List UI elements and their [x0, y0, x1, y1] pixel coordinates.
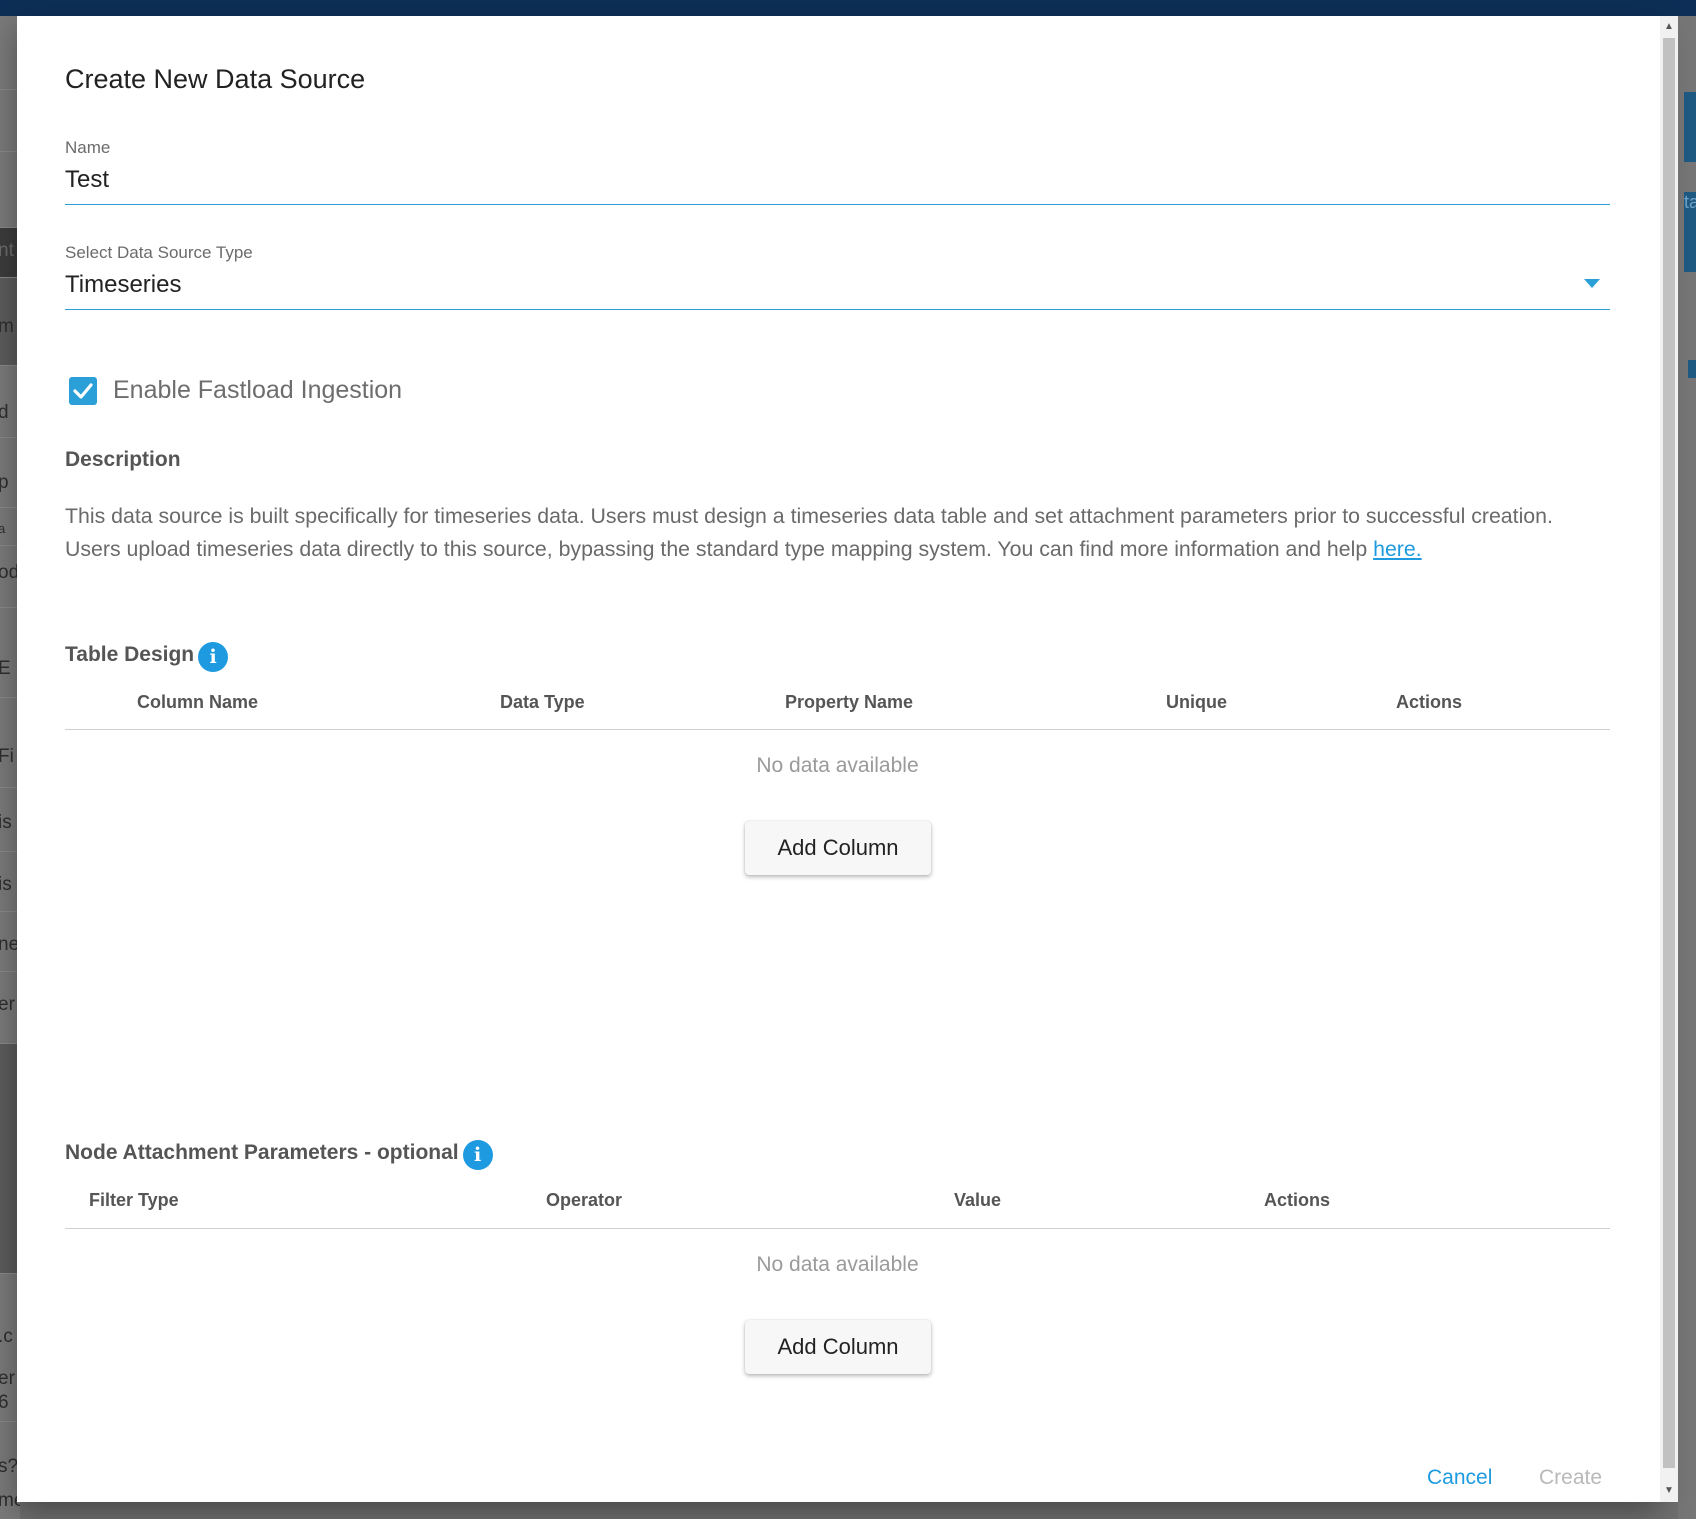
bg-fragment: ta	[1684, 192, 1696, 272]
fastload-label[interactable]: Enable Fastload Ingestion	[113, 376, 402, 405]
add-column-button[interactable]: Add Column	[745, 1320, 931, 1374]
column-header-filter-type[interactable]: Filter Type	[89, 1190, 179, 1211]
table-design-title: Table Design	[65, 643, 195, 666]
node-attachment-heading: Node Attachment Parameters - optional i	[65, 1136, 493, 1170]
data-source-type-label: Select Data Source Type	[65, 243, 253, 262]
table-divider	[65, 729, 1610, 730]
info-icon[interactable]: i	[462, 1140, 493, 1170]
background-app-header	[0, 0, 1696, 16]
dropdown-caret-icon[interactable]	[1584, 279, 1600, 288]
cancel-button[interactable]: Cancel	[1427, 1466, 1492, 1490]
description-heading: Description	[65, 448, 181, 471]
data-source-type-value[interactable]: Timeseries	[65, 271, 1610, 309]
scrollbar-thumb[interactable]	[1663, 38, 1675, 1468]
column-header-unique[interactable]: Unique	[1166, 692, 1227, 713]
table-divider	[65, 1228, 1610, 1229]
create-data-source-dialog: Create New Data Source Name Test Select …	[17, 16, 1678, 1502]
create-button[interactable]: Create	[1539, 1466, 1602, 1490]
column-header-column-name[interactable]: Column Name	[137, 692, 258, 713]
column-header-actions: Actions	[1396, 692, 1463, 712]
column-header-actions: Actions	[1264, 1190, 1331, 1210]
fastload-checkbox-row[interactable]: Enable Fastload Ingestion	[69, 376, 402, 405]
data-source-type-select[interactable]: Select Data Source Type Timeseries	[65, 243, 1610, 310]
name-field[interactable]: Name Test	[65, 138, 1610, 205]
fastload-checkbox[interactable]	[69, 376, 97, 405]
help-link[interactable]: here.	[1373, 537, 1422, 561]
name-input[interactable]: Test	[65, 166, 1610, 204]
scroll-up-icon[interactable]: ▲	[1660, 18, 1678, 36]
column-header-data-type[interactable]: Data Type	[500, 692, 585, 713]
column-header-value[interactable]: Value	[954, 1190, 1001, 1211]
info-icon[interactable]: i	[198, 642, 229, 672]
dialog-title: Create New Data Source	[65, 64, 366, 94]
node-attachment-empty-text: No data available	[756, 1253, 919, 1276]
column-header-operator[interactable]: Operator	[546, 1190, 622, 1211]
table-design-heading: Table Design i	[65, 638, 229, 672]
name-field-label: Name	[65, 138, 111, 157]
column-header-property-name[interactable]: Property Name	[785, 692, 913, 713]
node-attachment-title: Node Attachment Parameters - optional	[65, 1141, 459, 1164]
description-text: This data source is built specifically f…	[65, 500, 1610, 565]
dialog-scrollbar[interactable]: ▲ ▼	[1660, 16, 1678, 1502]
add-column-button[interactable]: Add Column	[745, 821, 931, 875]
description-body: This data source is built specifically f…	[65, 504, 1553, 561]
check-icon	[73, 382, 93, 399]
scroll-down-icon[interactable]: ▼	[1660, 1482, 1678, 1500]
table-empty-text: No data available	[756, 754, 919, 777]
background-right-panel: ta	[1678, 16, 1696, 1519]
